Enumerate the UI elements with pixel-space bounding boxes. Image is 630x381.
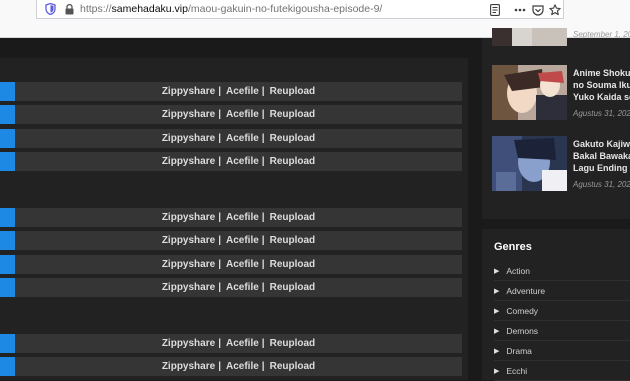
download-row: Zippyshare | Acefile | Reupload (0, 231, 462, 250)
post-thumbnail[interactable] (492, 28, 567, 46)
download-row: Zippyshare | Acefile | Reupload (0, 105, 462, 124)
resolution-badge (0, 82, 15, 101)
genre-item-comedy[interactable]: ▶ Comedy (494, 301, 630, 321)
reupload-link[interactable]: Reupload (270, 212, 316, 223)
download-links: Zippyshare | Acefile | Reupload (15, 255, 462, 274)
download-links: Zippyshare | Acefile | Reupload (15, 208, 462, 227)
reader-view-icon[interactable] (488, 3, 502, 17)
zippyshare-link[interactable]: Zippyshare (162, 259, 215, 270)
acefile-link[interactable]: Acefile (226, 212, 259, 223)
address-bar[interactable]: https://samehadaku.vip/maou-gakuin-no-fu… (36, 0, 564, 19)
download-links: Zippyshare | Acefile | Reupload (15, 278, 462, 297)
download-row: Zippyshare | Acefile | Reupload (0, 357, 462, 376)
play-arrow-icon: ▶ (494, 367, 500, 375)
download-row: Zippyshare | Acefile | Reupload (0, 82, 462, 101)
post-title[interactable]: Gakuto Kajiwar Bakal Bawakar Lagu Ending… (573, 138, 630, 174)
zippyshare-link[interactable]: Zippyshare (162, 338, 215, 349)
post-title[interactable]: Anime Shokug no Souma Ikut Yuko Kaida se… (573, 67, 630, 103)
acefile-link[interactable]: Acefile (226, 133, 259, 144)
tracking-shield-icon[interactable] (43, 2, 57, 16)
play-arrow-icon: ▶ (494, 347, 500, 355)
post-thumbnail[interactable] (492, 136, 567, 191)
lock-icon[interactable] (63, 3, 75, 15)
acefile-link[interactable]: Acefile (226, 259, 259, 270)
post-thumbnail[interactable] (492, 65, 567, 120)
acefile-link[interactable]: Acefile (226, 361, 259, 372)
genre-item-drama[interactable]: ▶ Drama (494, 341, 630, 361)
download-row: Zippyshare | Acefile | Reupload (0, 334, 462, 353)
genre-item-adventure[interactable]: ▶ Adventure (494, 281, 630, 301)
download-row: Zippyshare | Acefile | Reupload (0, 208, 462, 227)
acefile-link[interactable]: Acefile (226, 338, 259, 349)
resolution-badge (0, 105, 15, 124)
resolution-badge (0, 357, 15, 376)
zippyshare-link[interactable]: Zippyshare (162, 361, 215, 372)
post-date: September 1, 2020 (573, 30, 630, 39)
resolution-badge (0, 231, 15, 250)
resolution-badge (0, 255, 15, 274)
genre-item-action[interactable]: ▶ Action (494, 261, 630, 281)
page-actions-icon[interactable] (513, 3, 527, 17)
play-arrow-icon: ▶ (494, 307, 500, 315)
genre-item-ecchi[interactable]: ▶ Ecchi (494, 361, 630, 381)
url-text[interactable]: https://samehadaku.vip/maou-gakuin-no-fu… (80, 3, 382, 15)
reupload-link[interactable]: Reupload (270, 156, 316, 167)
acefile-link[interactable]: Acefile (226, 282, 259, 293)
download-links: Zippyshare | Acefile | Reupload (15, 152, 462, 171)
download-row: Zippyshare | Acefile | Reupload (0, 278, 462, 297)
reupload-link[interactable]: Reupload (270, 259, 316, 270)
reupload-link[interactable]: Reupload (270, 338, 316, 349)
zippyshare-link[interactable]: Zippyshare (162, 133, 215, 144)
reupload-link[interactable]: Reupload (270, 109, 316, 120)
download-links: Zippyshare | Acefile | Reupload (15, 231, 462, 250)
zippyshare-link[interactable]: Zippyshare (162, 235, 215, 246)
post-date: Agustus 31, 2020 (573, 180, 630, 189)
resolution-badge (0, 208, 15, 227)
download-links: Zippyshare | Acefile | Reupload (15, 334, 462, 353)
download-row: Zippyshare | Acefile | Reupload (0, 129, 462, 148)
reupload-link[interactable]: Reupload (270, 133, 316, 144)
download-row: Zippyshare | Acefile | Reupload (0, 152, 462, 171)
download-links: Zippyshare | Acefile | Reupload (15, 105, 462, 124)
acefile-link[interactable]: Acefile (226, 235, 259, 246)
resolution-badge (0, 129, 15, 148)
zippyshare-link[interactable]: Zippyshare (162, 156, 215, 167)
play-arrow-icon: ▶ (494, 267, 500, 275)
play-arrow-icon: ▶ (494, 327, 500, 335)
acefile-link[interactable]: Acefile (226, 156, 259, 167)
pocket-icon[interactable] (531, 3, 545, 17)
reupload-link[interactable]: Reupload (270, 361, 316, 372)
reupload-link[interactable]: Reupload (270, 235, 316, 246)
recent-posts: September 1, 2020 Anime Shokug no Souma … (482, 28, 630, 219)
download-links: Zippyshare | Acefile | Reupload (15, 357, 462, 376)
acefile-link[interactable]: Acefile (226, 109, 259, 120)
resolution-badge (0, 278, 15, 297)
download-links: Zippyshare | Acefile | Reupload (15, 82, 462, 101)
sidebar: September 1, 2020 Anime Shokug no Souma … (482, 28, 630, 381)
genres-widget: Genres ▶ Action ▶ Adventure ▶ Comedy ▶ Demon… (482, 229, 630, 381)
download-links: Zippyshare | Acefile | Reupload (15, 129, 462, 148)
resolution-badge (0, 152, 15, 171)
reupload-link[interactable]: Reupload (270, 86, 316, 97)
zippyshare-link[interactable]: Zippyshare (162, 282, 215, 293)
download-row: Zippyshare | Acefile | Reupload (0, 255, 462, 274)
resolution-badge (0, 334, 15, 353)
zippyshare-link[interactable]: Zippyshare (162, 109, 215, 120)
bookmark-star-icon[interactable] (548, 3, 562, 17)
genre-item-demons[interactable]: ▶ Demons (494, 321, 630, 341)
download-panel: Zippyshare | Acefile | Reupload Zippyshare… (0, 58, 468, 380)
zippyshare-link[interactable]: Zippyshare (162, 212, 215, 223)
post-date: Agustus 31, 2020 (573, 109, 630, 118)
acefile-link[interactable]: Acefile (226, 86, 259, 97)
play-arrow-icon: ▶ (494, 287, 500, 295)
reupload-link[interactable]: Reupload (270, 282, 316, 293)
genres-heading: Genres (494, 241, 532, 253)
zippyshare-link[interactable]: Zippyshare (162, 86, 215, 97)
